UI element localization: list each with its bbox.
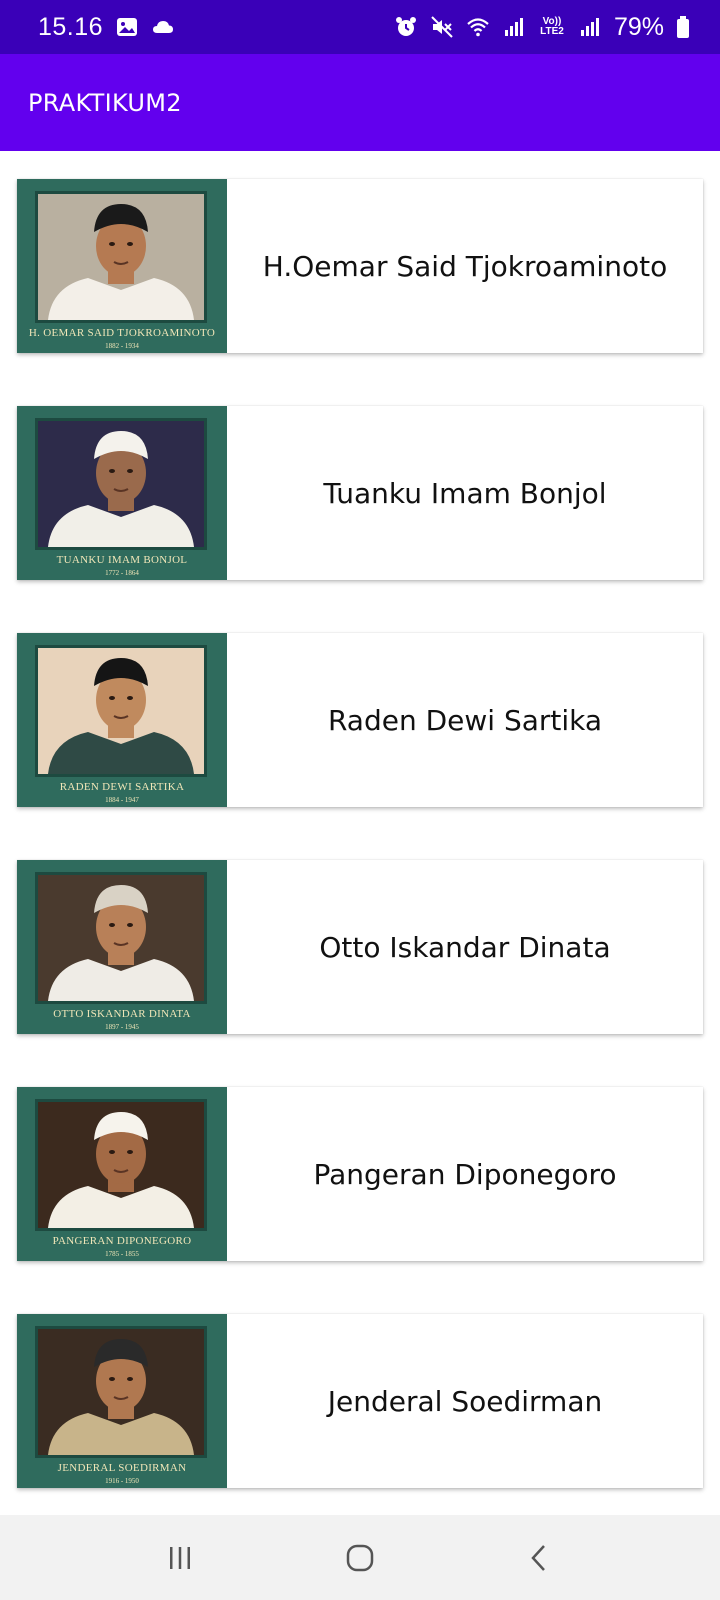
signal-icon: [578, 15, 602, 39]
hero-name: Tuanku Imam Bonjol: [323, 476, 607, 510]
portrait-frame: [35, 1326, 207, 1458]
portrait-frame: [35, 1099, 207, 1231]
mute-icon: [430, 15, 454, 39]
hero-card[interactable]: JENDERAL SOEDIRMAN 1916 - 1950 Jenderal So…: [17, 1314, 703, 1488]
portrait-caption: OTTO ISKANDAR DINATA: [53, 1008, 191, 1020]
portrait-years: 1882 - 1934: [105, 342, 139, 350]
hero-name: H.Oemar Said Tjokroaminoto: [262, 249, 668, 283]
portrait-frame: [35, 872, 207, 1004]
portrait-caption: RADEN DEWI SARTIKA: [59, 781, 185, 793]
recent-apps-button[interactable]: [150, 1538, 210, 1578]
portrait-frame: [35, 418, 207, 550]
portrait-figure: [48, 431, 194, 547]
cloud-icon: [151, 15, 175, 39]
gallery-icon: [115, 15, 139, 39]
portrait-frame: [35, 191, 207, 323]
portrait-years: 1897 - 1945: [105, 1023, 139, 1031]
app-bar: PRAKTIKUM2: [0, 54, 720, 151]
status-time: 15.16: [38, 12, 104, 41]
portrait-figure: [48, 204, 194, 320]
home-button[interactable]: [330, 1538, 390, 1578]
back-button[interactable]: [510, 1538, 570, 1578]
battery-icon: [676, 15, 690, 39]
hero-name: Pangeran Diponegoro: [313, 1157, 617, 1191]
portrait-figure: [48, 885, 194, 1001]
hero-card[interactable]: PANGERAN DIPONEGORO 1785 - 1855 Pangeran D…: [17, 1087, 703, 1261]
portrait-frame: [35, 645, 207, 777]
portrait-years: 1772 - 1864: [105, 569, 139, 577]
hero-name: Otto Iskandar Dinata: [319, 930, 611, 964]
portrait-figure: [48, 1112, 194, 1228]
portrait-figure: [48, 658, 194, 774]
portrait-years: 1785 - 1855: [105, 1250, 139, 1258]
status-right: Vo)) LTE2 79%: [394, 13, 690, 42]
wifi-icon: [466, 15, 490, 39]
recent-apps-icon: [170, 1546, 190, 1569]
network-label: Vo)) LTE2: [540, 16, 564, 37]
hero-name: Raden Dewi Sartika: [327, 703, 603, 737]
hero-portrait: RADEN DEWI SARTIKA 1884 - 1947: [17, 633, 227, 807]
navigation-bar: [0, 1515, 720, 1600]
status-left: 15.16: [38, 13, 175, 42]
hero-card[interactable]: RADEN DEWI SARTIKA 1884 - 1947 Raden Dewi …: [17, 633, 703, 807]
hero-portrait: TUANKU IMAM BONJOL 1772 - 1864: [17, 406, 227, 580]
portrait-caption: H. OEMAR SAID TJOKROAMINOTO: [28, 327, 216, 339]
hero-card[interactable]: OTTO ISKANDAR DINATA 1897 - 1945 Otto Iska…: [17, 860, 703, 1034]
hero-portrait: JENDERAL SOEDIRMAN 1916 - 1950: [17, 1314, 227, 1488]
back-icon: [531, 1544, 545, 1571]
portrait-years: 1884 - 1947: [105, 796, 139, 804]
hero-list[interactable]: H. OEMAR SAID TJOKROAMINOTO 1882 - 1934 H.…: [0, 151, 720, 1515]
hero-portrait: OTTO ISKANDAR DINATA 1897 - 1945: [17, 860, 227, 1034]
portrait-caption: JENDERAL SOEDIRMAN: [57, 1462, 187, 1474]
hero-card[interactable]: H. OEMAR SAID TJOKROAMINOTO 1882 - 1934 H.…: [17, 179, 703, 353]
hero-card[interactable]: TUANKU IMAM BONJOL 1772 - 1864 Tuanku Imam…: [17, 406, 703, 580]
portrait-caption: PANGERAN DIPONEGORO: [52, 1235, 192, 1247]
status-bar: 15.16 Vo)) LTE2 79%: [0, 0, 720, 54]
hero-portrait: PANGERAN DIPONEGORO 1785 - 1855: [17, 1087, 227, 1261]
portrait-figure: [48, 1339, 194, 1455]
home-icon: [346, 1544, 374, 1571]
hero-portrait: H. OEMAR SAID TJOKROAMINOTO 1882 - 1934: [17, 179, 227, 353]
signal-icon: [502, 15, 526, 39]
app-title: PRAKTIKUM2: [28, 88, 182, 117]
hero-name: Jenderal Soedirman: [327, 1384, 603, 1418]
alarm-icon: [394, 15, 418, 39]
portrait-caption: TUANKU IMAM BONJOL: [56, 554, 188, 566]
portrait-years: 1916 - 1950: [105, 1477, 139, 1485]
battery-percent: 79%: [613, 12, 664, 41]
